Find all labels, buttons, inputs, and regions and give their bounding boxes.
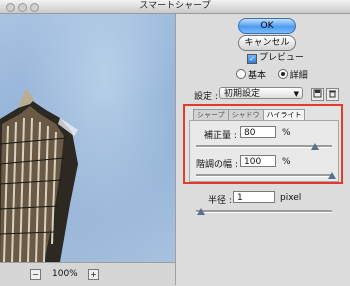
preview-checkbox-label: プレビュー bbox=[259, 53, 305, 63]
settings-select-value: 初期設定 bbox=[224, 89, 261, 99]
tab-bar: シャープ シャドウ ハイライト bbox=[193, 109, 306, 120]
tab-highlight[interactable]: ハイライト bbox=[262, 109, 306, 120]
window-titlebar: スマートシャープ bbox=[0, 0, 350, 14]
settings-select[interactable]: 初期設定 ▼ bbox=[219, 87, 303, 99]
building-photo bbox=[0, 88, 78, 262]
zoom-window-icon[interactable] bbox=[30, 3, 39, 12]
zoom-in-button[interactable]: + bbox=[88, 269, 99, 280]
advanced-radio[interactable] bbox=[277, 69, 288, 79]
preview-checkbox[interactable]: ✓ プレビュー bbox=[247, 50, 304, 64]
radius-unit: pixel bbox=[280, 193, 302, 203]
settings-label: 設定 : bbox=[194, 92, 218, 102]
tonal-width-slider[interactable] bbox=[196, 174, 332, 177]
zoom-out-button[interactable]: − bbox=[30, 269, 41, 280]
pane-divider bbox=[175, 14, 176, 285]
tonal-width-unit: % bbox=[282, 157, 291, 167]
minimize-window-icon[interactable] bbox=[18, 3, 27, 12]
mode-radio-group: 基本 詳細 bbox=[236, 68, 308, 81]
advanced-radio-label: 詳細 bbox=[289, 71, 308, 81]
zoom-level: 100% bbox=[52, 269, 78, 279]
tonal-width-label: 階調の幅 : bbox=[196, 160, 238, 170]
zoom-bar: − 100% + bbox=[0, 262, 175, 286]
fade-amount-slider-thumb[interactable] bbox=[311, 143, 319, 150]
chevron-down-icon: ▼ bbox=[293, 90, 299, 98]
highlight-settings-panel: シャープ シャドウ ハイライト 補正量 : 80 % 階調の幅 : 100 % bbox=[183, 104, 343, 184]
cancel-button[interactable]: キャンセル bbox=[238, 35, 296, 51]
window-title: スマートシャープ bbox=[139, 1, 211, 11]
tab-sharpen[interactable]: シャープ bbox=[193, 109, 229, 120]
radius-label: 半径 : bbox=[208, 196, 232, 206]
fade-amount-field[interactable]: 80 bbox=[240, 126, 276, 138]
basic-radio[interactable] bbox=[236, 69, 246, 79]
preview-image[interactable] bbox=[0, 14, 175, 262]
fade-amount-label: 補正量 : bbox=[204, 131, 237, 141]
tonal-width-slider-thumb[interactable] bbox=[328, 172, 336, 179]
checkbox-checked-icon[interactable]: ✓ bbox=[247, 54, 257, 64]
radius-slider-thumb[interactable] bbox=[197, 208, 205, 215]
fade-amount-unit: % bbox=[282, 128, 291, 138]
trash-icon[interactable] bbox=[326, 88, 339, 101]
ok-button[interactable]: OK bbox=[238, 18, 296, 34]
highlight-tab-content: 補正量 : 80 % 階調の幅 : 100 % bbox=[189, 120, 339, 182]
close-window-icon[interactable] bbox=[6, 3, 15, 12]
save-icon[interactable] bbox=[311, 88, 324, 101]
radius-field[interactable]: 1 bbox=[233, 191, 275, 203]
basic-radio-label: 基本 bbox=[248, 71, 267, 81]
tonal-width-field[interactable]: 100 bbox=[240, 155, 276, 167]
tab-shadow[interactable]: シャドウ bbox=[227, 109, 264, 120]
radius-slider[interactable] bbox=[196, 210, 332, 213]
